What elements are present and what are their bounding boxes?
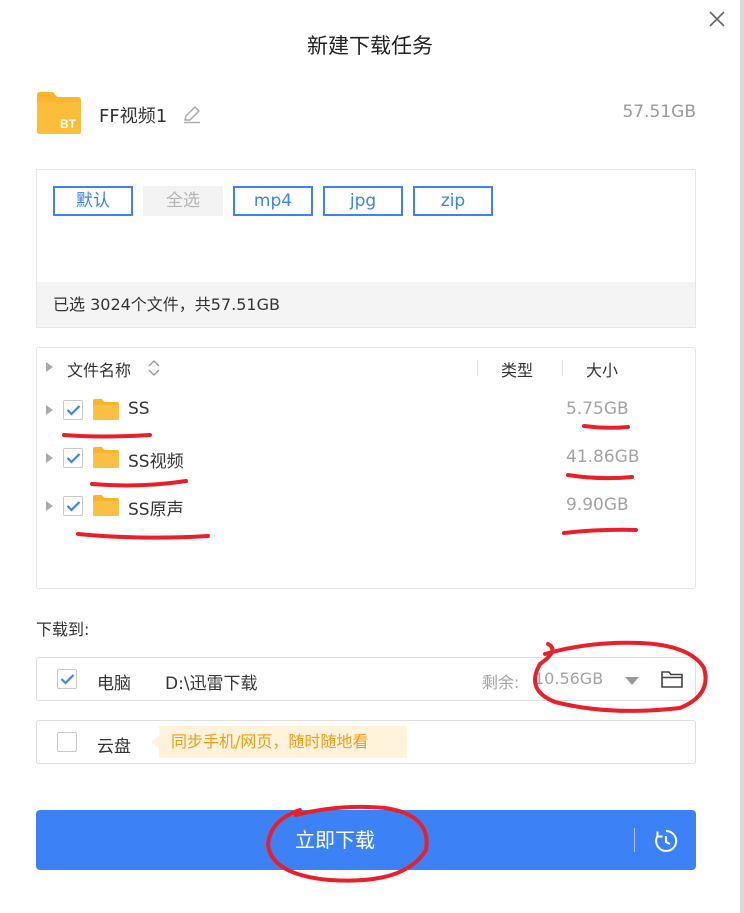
filter-tag-jpg[interactable]: jpg — [323, 186, 403, 216]
column-divider — [477, 360, 478, 376]
cloud-sync-tip: 同步手机/网页，随时随地看 — [151, 726, 407, 758]
button-divider — [634, 828, 635, 852]
check-icon — [66, 501, 81, 512]
check-icon — [60, 674, 75, 685]
cloud-checkbox[interactable] — [57, 732, 77, 752]
row-checkbox[interactable] — [63, 448, 83, 468]
row-checkbox[interactable] — [63, 400, 83, 420]
column-divider — [562, 360, 563, 376]
file-name: SS原声 — [128, 500, 184, 520]
expand-row-icon[interactable] — [46, 453, 53, 463]
row-checkbox[interactable] — [63, 496, 83, 516]
file-size: 9.90GB — [566, 495, 629, 515]
destination-cloud: 云盘 同步手机/网页，随时随地看 — [36, 720, 696, 764]
download-now-button[interactable]: 立即下载 — [36, 810, 696, 870]
remaining-space: 10.56GB — [534, 669, 604, 688]
file-row[interactable]: SS原声 9.90GB — [37, 486, 695, 526]
filter-tags: 默认 全选 mp4 jpg zip — [53, 186, 493, 216]
filter-tag-mp4[interactable]: mp4 — [233, 186, 313, 216]
close-icon — [709, 11, 725, 27]
local-checkbox[interactable] — [57, 669, 77, 689]
file-size: 41.86GB — [566, 447, 640, 467]
destination-local: 电脑 D:\迅雷下载 剩余: 10.56GB — [36, 657, 696, 701]
expand-row-icon[interactable] — [46, 405, 53, 415]
folder-icon — [93, 399, 119, 420]
file-name: SS视频 — [128, 452, 184, 472]
column-header-size[interactable]: 大小 — [586, 357, 618, 381]
download-to-label: 下载到: — [36, 620, 90, 639]
file-size: 5.75GB — [566, 399, 629, 419]
open-folder-icon[interactable] — [660, 668, 684, 690]
column-header-type[interactable]: 类型 — [501, 357, 533, 381]
file-row[interactable]: SS视频 41.86GB — [37, 438, 695, 478]
remaining-label: 剩余: — [482, 673, 520, 692]
filter-tag-default[interactable]: 默认 — [53, 186, 133, 216]
check-icon — [66, 405, 81, 416]
filter-tag-zip[interactable]: zip — [413, 186, 493, 216]
selection-summary: 已选 3024个文件，共57.51GB — [37, 282, 695, 327]
bt-badge: BT — [60, 117, 77, 131]
download-path[interactable]: D:\迅雷下载 — [165, 669, 258, 694]
folder-icon — [93, 495, 119, 516]
clock-icon[interactable] — [653, 828, 679, 854]
filter-tag-select-all[interactable]: 全选 — [143, 186, 223, 216]
window-edge — [740, 0, 744, 913]
expand-all-icon[interactable] — [46, 362, 53, 372]
caret-down-icon[interactable] — [624, 676, 640, 686]
filter-panel: 默认 全选 mp4 jpg zip 已选 3024个文件，共57.51GB — [36, 169, 696, 328]
local-label: 电脑 — [97, 674, 131, 694]
folder-icon — [93, 447, 119, 468]
task-name: FF视频1 — [99, 106, 168, 127]
list-header: 文件名称 类型 大小 — [37, 348, 695, 386]
download-now-label: 立即下载 — [295, 828, 375, 852]
task-total-size: 57.51GB — [622, 102, 696, 122]
file-name: SS — [128, 399, 150, 419]
dialog-title: 新建下载任务 — [307, 34, 433, 58]
sort-updown-icon[interactable] — [147, 359, 161, 377]
check-icon — [66, 453, 81, 464]
bt-file-icon: BT — [36, 89, 82, 135]
cloud-label: 云盘 — [97, 737, 131, 757]
file-row[interactable]: SS 5.75GB — [37, 390, 695, 430]
expand-row-icon[interactable] — [46, 501, 53, 511]
column-header-name[interactable]: 文件名称 — [67, 357, 131, 381]
pencil-icon[interactable] — [181, 103, 203, 125]
close-button[interactable] — [706, 8, 728, 30]
file-list: 文件名称 类型 大小 SS 5.75GB SS视频 41.86GB SS原声 9… — [36, 347, 696, 589]
